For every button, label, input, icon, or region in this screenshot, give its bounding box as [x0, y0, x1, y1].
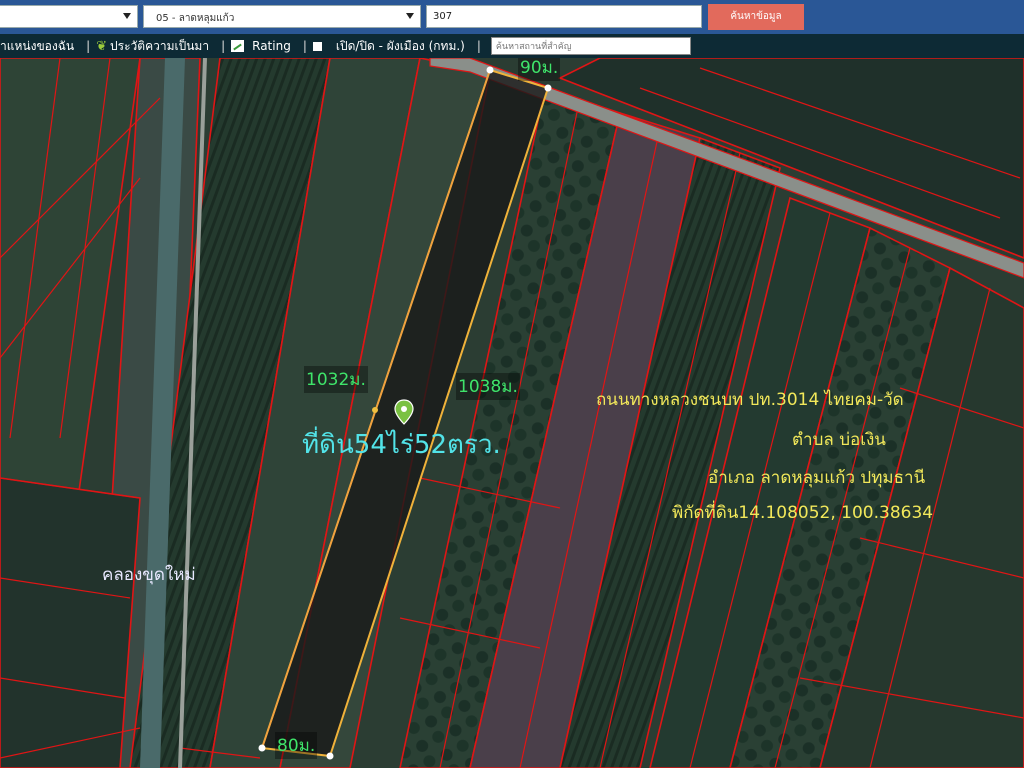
- toggle-zoning-label: เปิด/ปิด - ผังเมือง (กทม.): [335, 38, 465, 53]
- satellite-map[interactable]: [0, 58, 1024, 768]
- checkbox-icon: [312, 41, 322, 51]
- district-select-value: 05 - ลาดหลุมแก้ว: [156, 13, 235, 24]
- parcel-vertex: [258, 744, 266, 752]
- subdistrict-label: ตำบล บ่อเงิน: [792, 430, 886, 450]
- rating-link[interactable]: Rating: [231, 39, 291, 53]
- chart-icon: [231, 40, 245, 52]
- province-select[interactable]: [0, 5, 138, 28]
- rating-label: Rating: [252, 39, 291, 53]
- history-link[interactable]: ❦ ประวัติความเป็นมา: [96, 37, 209, 56]
- left-length-label: 1032ม.: [304, 366, 368, 393]
- separator: |: [86, 39, 91, 53]
- canal-name-label: คลองขุดใหม่: [102, 565, 196, 585]
- separator: |: [476, 39, 481, 53]
- leaf-icon: ❦: [96, 38, 108, 54]
- history-label: ประวัติความเป็นมา: [110, 38, 210, 53]
- toggle-zoning-layer[interactable]: เปิด/ปิด - ผังเมือง (กทม.): [312, 37, 465, 56]
- parcel-vertex: [486, 66, 494, 74]
- parcel-vertex: [544, 84, 552, 92]
- parcel-vertex: [326, 752, 334, 760]
- district-province-label: อำเภอ ลาดหลุมแก้ว ปทุมธานี: [708, 468, 926, 488]
- search-bar: 05 - ลาดหลุมแก้ว 307 ค้นหาข้อมูล: [0, 0, 1024, 34]
- search-button[interactable]: ค้นหาข้อมูล: [708, 4, 804, 30]
- place-search-input[interactable]: [490, 37, 691, 55]
- separator: |: [302, 39, 307, 53]
- top-width-label: 90ม.: [518, 58, 561, 81]
- land-area-label: ที่ดิน54ไร่52ตรว.: [302, 430, 501, 460]
- road-name-label: ถนนทางหลวงชนบท ปท.3014 ไทยคม-วัด: [596, 390, 904, 410]
- parcel-number-input[interactable]: 307: [426, 5, 702, 28]
- parcel-midpoint: [372, 407, 378, 413]
- map-toolbar: ำแหน่งของฉัน | ❦ ประวัติความเป็นมา | Rat…: [0, 34, 1024, 58]
- district-select[interactable]: 05 - ลาดหลุมแก้ว: [143, 5, 421, 28]
- separator: |: [221, 39, 226, 53]
- chevron-down-icon: [406, 13, 414, 19]
- bottom-width-label: 80ม.: [275, 732, 318, 759]
- coordinates-label: พิกัดที่ดิน14.108052, 100.38634: [672, 503, 934, 523]
- my-location-link[interactable]: ำแหน่งของฉัน: [0, 37, 74, 56]
- right-length-label: 1038ม.: [456, 373, 520, 400]
- map-view[interactable]: 90ม. 1032ม. 1038ม. 80ม. ที่ดิน54ไร่52ตรว…: [0, 58, 1024, 768]
- chevron-down-icon: [123, 13, 131, 19]
